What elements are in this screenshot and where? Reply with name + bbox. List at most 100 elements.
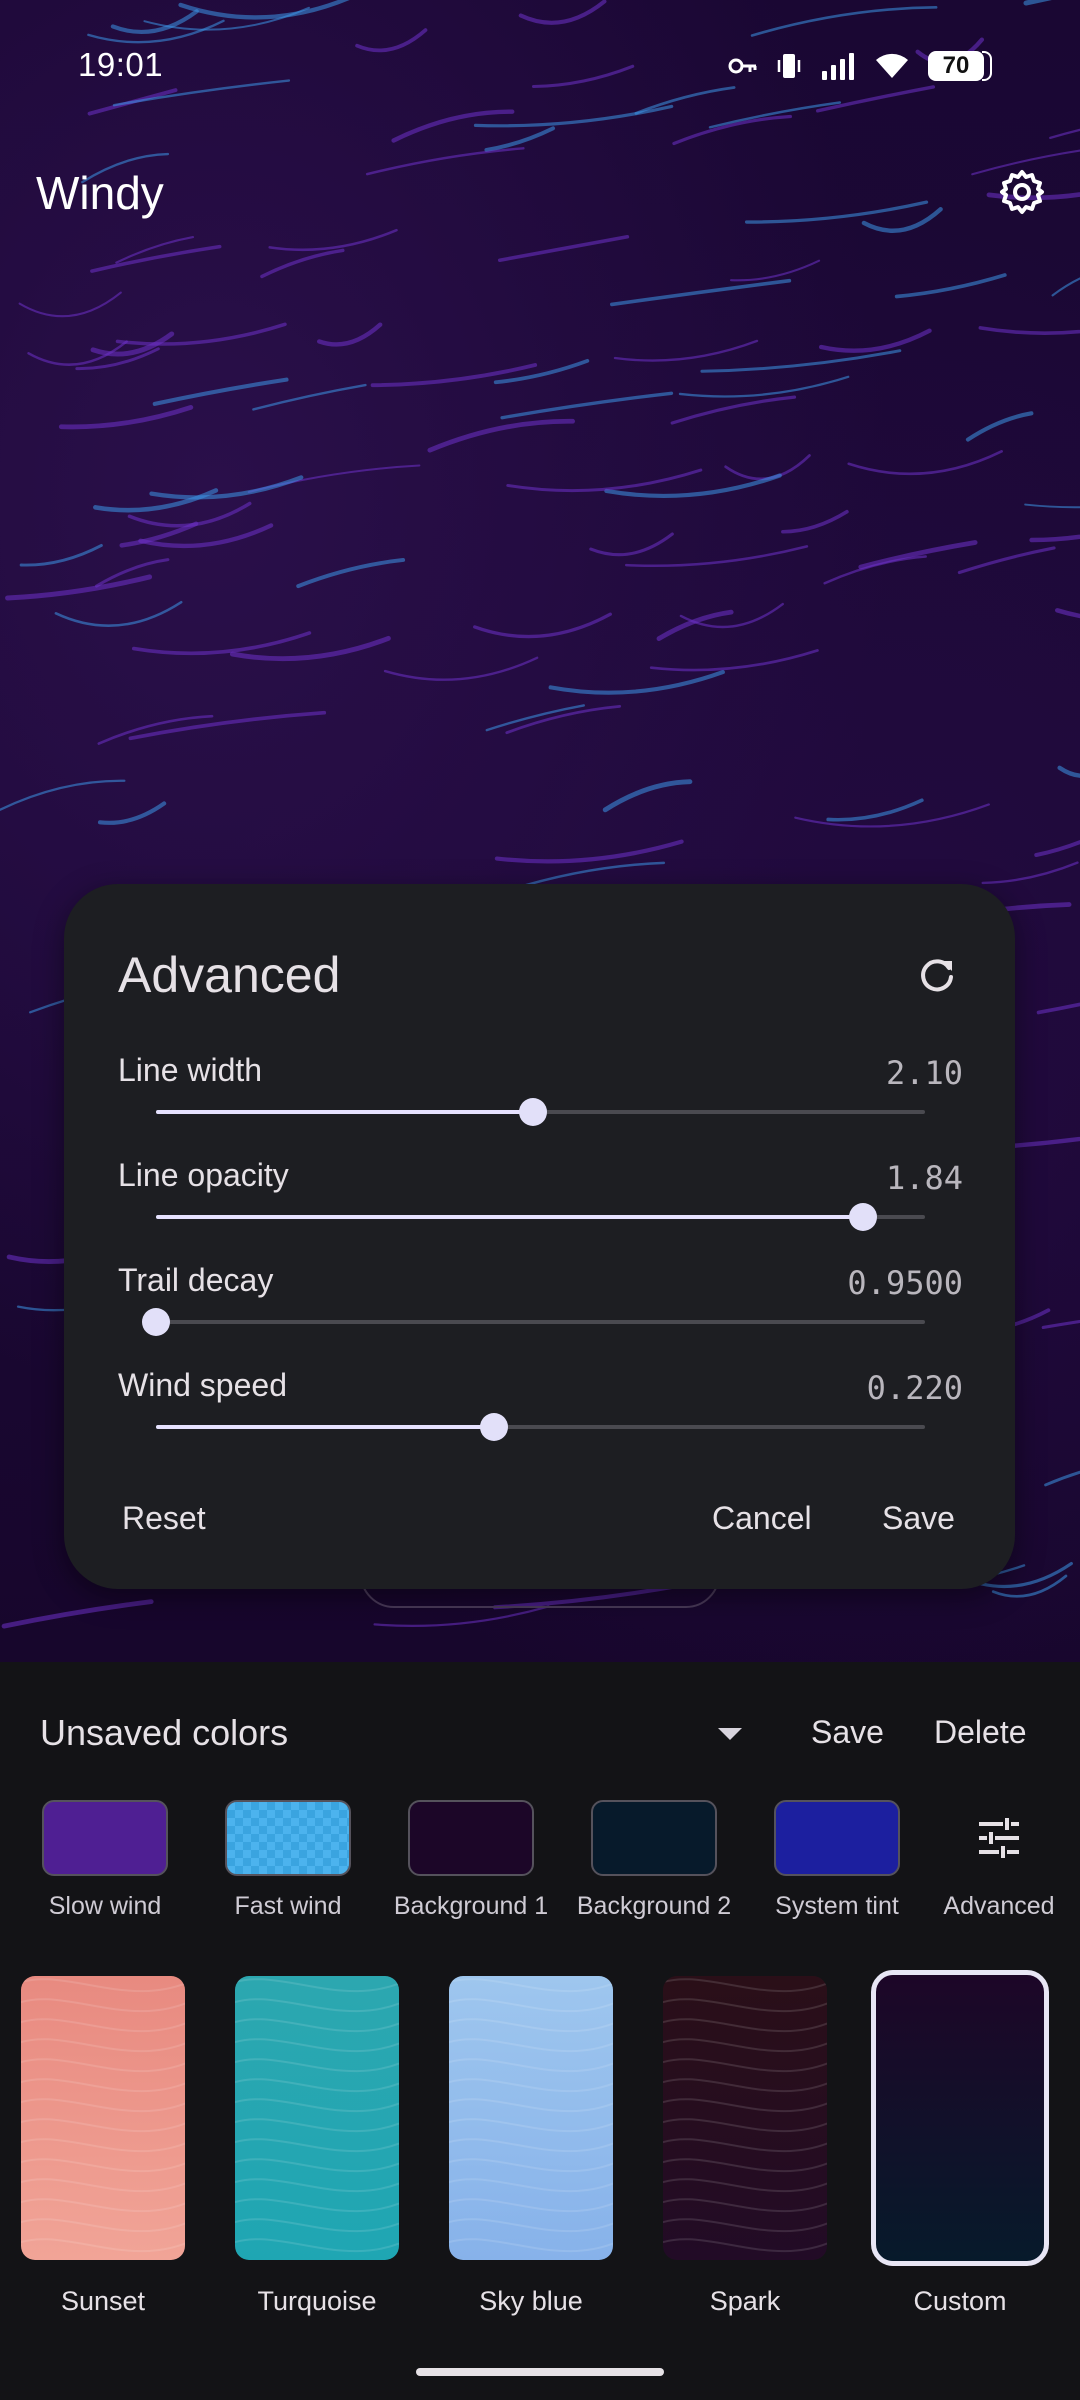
wind-streak — [19, 543, 103, 567]
wind-streak — [497, 234, 630, 263]
wind-streak — [1036, 1002, 1080, 1015]
wind-streak — [260, 248, 345, 279]
wind-streak — [365, 147, 525, 176]
swatch-label: Slow wind — [48, 1892, 162, 1920]
setting-label: Line opacity — [118, 1157, 289, 1193]
gear-icon — [998, 168, 1046, 221]
save-palette-button[interactable]: Save — [811, 1714, 884, 1751]
wind-speed-slider[interactable] — [156, 1407, 925, 1447]
setting-line-opacity: Line opacity 1.84 — [118, 1157, 963, 1247]
slider-thumb[interactable] — [849, 1203, 878, 1231]
dropdown-arrow-icon[interactable] — [716, 1726, 744, 1742]
reset-button[interactable]: Reset — [122, 1500, 206, 1537]
setting-value: 0.220 — [866, 1369, 963, 1407]
swatch-system-tint[interactable]: System tint — [747, 1800, 927, 1921]
wind-streak — [0, 779, 126, 811]
wind-streak — [794, 803, 990, 828]
line-width-slider[interactable] — [156, 1092, 925, 1132]
theme-sunset[interactable]: Sunset — [20, 1976, 186, 2317]
advanced-button[interactable]: Advanced — [918, 1800, 1080, 1921]
theme-thumbnail[interactable] — [871, 1970, 1049, 2266]
wind-streak — [978, 326, 1080, 335]
delete-palette-button[interactable]: Delete — [934, 1714, 1027, 1751]
home-indicator[interactable] — [416, 2368, 664, 2376]
swatch-background-2[interactable]: Background 2 — [564, 1800, 744, 1921]
wind-streak — [317, 322, 383, 347]
wind-streak — [97, 714, 214, 745]
wind-streak — [678, 375, 850, 398]
wind-streak — [981, 861, 1079, 885]
wind-streak — [700, 349, 902, 373]
battery-level: 70 — [928, 51, 984, 81]
wind-streak — [18, 291, 122, 318]
wind-streak — [649, 649, 819, 672]
theme-thumbnail[interactable] — [663, 1976, 827, 2260]
wind-streak — [506, 468, 703, 493]
status-icons: 70 — [728, 46, 992, 86]
wind-streak — [115, 322, 287, 346]
status-time: 19:01 — [78, 46, 164, 83]
wind-streak — [847, 450, 1003, 476]
wind-streak — [383, 656, 539, 681]
slider-thumb[interactable] — [518, 1098, 547, 1126]
swatch-label: Background 2 — [576, 1892, 732, 1920]
wind-streak — [744, 200, 929, 224]
swatch-background-1[interactable]: Background 1 — [381, 1800, 561, 1921]
theme-spark[interactable]: Spark — [662, 1976, 828, 2317]
theme-custom[interactable]: Custom — [870, 1970, 1050, 2317]
wind-streak — [296, 558, 406, 589]
color-swatch[interactable] — [774, 1800, 900, 1876]
color-swatch[interactable] — [591, 1800, 717, 1876]
wind-streak — [730, 259, 821, 282]
cancel-button[interactable]: Cancel — [712, 1500, 812, 1537]
theme-thumbnail[interactable] — [235, 1976, 399, 2260]
swatch-label: System tint — [775, 1892, 899, 1920]
theme-thumbnail[interactable] — [21, 1976, 185, 2260]
wind-streak — [427, 418, 576, 453]
theme-label: Spark — [709, 2286, 781, 2316]
theme-thumbnail[interactable] — [449, 1976, 613, 2260]
color-swatch[interactable] — [408, 1800, 534, 1876]
wind-streak — [5, 574, 153, 601]
color-swatch[interactable] — [225, 1800, 351, 1876]
wind-streak — [1057, 765, 1080, 778]
wind-streak — [1024, 503, 1080, 509]
trail-decay-slider[interactable] — [142, 1302, 925, 1342]
app-title: Windy — [36, 167, 164, 219]
save-button[interactable]: Save — [882, 1500, 955, 1537]
swatch-slow-wind[interactable]: Slow wind — [15, 1800, 195, 1921]
theme-sky-blue[interactable]: Sky blue — [448, 1976, 614, 2317]
setting-trail-decay: Trail decay 0.9500 — [118, 1262, 963, 1352]
slider-thumb[interactable] — [142, 1308, 170, 1336]
wind-streak — [1044, 1470, 1080, 1487]
theme-turquoise[interactable]: Turquoise — [234, 1976, 400, 2317]
color-swatch[interactable] — [42, 1800, 168, 1876]
vpn-key-icon — [728, 55, 758, 77]
wind-streak — [97, 801, 167, 825]
wind-streak — [128, 710, 327, 741]
wind-streak — [826, 798, 924, 822]
status-bar: 19:01 70 — [0, 0, 1080, 132]
setting-label: Wind speed — [118, 1367, 287, 1403]
swatch-fast-wind[interactable]: Fast wind — [198, 1800, 378, 1921]
refresh-button[interactable] — [913, 954, 961, 1002]
wind-streak — [823, 555, 927, 585]
line-opacity-slider[interactable] — [156, 1197, 925, 1237]
setting-wind-speed: Wind speed 0.220 — [118, 1367, 963, 1457]
wind-streak — [613, 339, 759, 362]
palette-name[interactable]: Unsaved colors — [40, 1712, 288, 1754]
wind-streak — [27, 340, 128, 366]
wind-streak — [373, 1605, 550, 1627]
wind-streak — [1055, 608, 1080, 619]
wind-streak — [268, 228, 398, 252]
wind-streak — [485, 704, 585, 732]
theme-label: Turquoise — [257, 2286, 377, 2316]
wind-streak — [957, 546, 1056, 575]
tune-icon — [936, 1800, 1062, 1876]
wind-streak — [90, 244, 222, 273]
wifi-icon — [874, 52, 910, 80]
wind-streak — [548, 670, 725, 695]
settings-button[interactable] — [994, 166, 1050, 222]
slider-thumb[interactable] — [480, 1413, 509, 1441]
wind-streak — [818, 328, 932, 353]
